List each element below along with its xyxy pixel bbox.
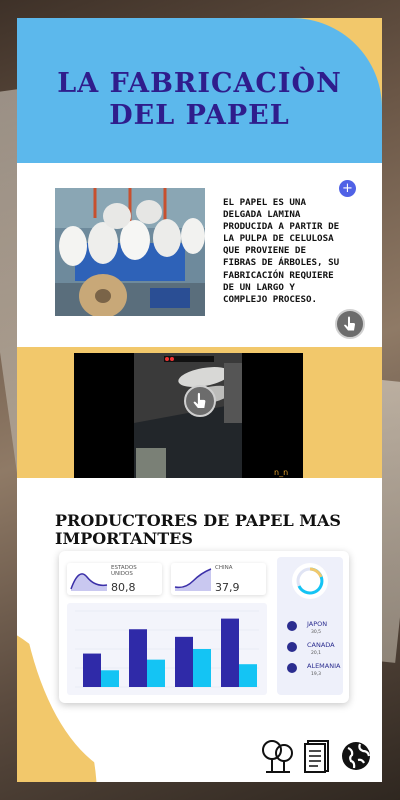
chart-bar (101, 670, 119, 687)
legend-value: 30,5 (311, 630, 322, 635)
video-player[interactable]: n_n (74, 353, 303, 488)
intro-line: COMPLEJO PROCESO. (223, 293, 318, 305)
producers-title-line-1: PRODUCTORES DE PAPEL MAS (55, 511, 341, 530)
producers-title-line-2: IMPORTANTES (55, 529, 193, 548)
svg-text:n_n: n_n (274, 468, 288, 477)
trend-line-icon (70, 573, 108, 591)
chart-bar (221, 618, 239, 687)
legend-value: 19,3 (311, 672, 322, 677)
side-panel: JAPON 30,5 CANADA 20,1 ALEMANIA 19,3 (277, 557, 343, 695)
touch-icon[interactable] (184, 385, 216, 417)
intro-line: LA PULPA DE CELULOSA (223, 233, 334, 245)
plus-icon[interactable]: + (339, 180, 356, 197)
document-icon (304, 740, 329, 773)
legend-name: ALEMANIA (307, 662, 341, 670)
stat-label: CHINA (215, 565, 232, 571)
header: LA FABRICACIÒN DEL PAPEL (17, 18, 382, 163)
user-icon (287, 621, 297, 631)
chart-bar (83, 653, 101, 687)
donut-chart (292, 563, 328, 599)
bar-chart-panel (67, 603, 267, 695)
stat-card-usa: ESTADOS UNIDOS 80,8 (67, 563, 162, 595)
stat-card-china: CHINA 37,9 (171, 563, 266, 595)
intro-section: EL PAPEL ES UNA DELGADA LAMINA PRODUCIDA… (17, 163, 382, 347)
producers-dashboard: ESTADOS UNIDOS 80,8 CHINA 37,9 JAPON 30,… (59, 551, 349, 703)
bar-chart (75, 610, 259, 688)
intro-line: FABRICACIÓN REQUIERE (223, 269, 334, 281)
stat-value: 37,9 (215, 581, 240, 594)
intro-line: DE UN LARGO Y (223, 281, 295, 293)
touch-button[interactable] (335, 309, 365, 339)
title-line-1: LA FABRICACIÒN (57, 68, 342, 99)
infographic-card: LA FABRICACIÒN DEL PAPEL EL PAPEL ES UNA… (17, 18, 382, 782)
trend-line-icon (174, 568, 212, 591)
touch-icon (344, 316, 355, 331)
title-line-2: DEL PAPEL (109, 100, 290, 131)
stat-label-line: UNIDOS (111, 571, 133, 577)
intro-line: QUE PROVIENE DE (223, 245, 306, 257)
legend-name: JAPON (307, 620, 328, 628)
intro-line: PRODUCIDA A PARTIR DE (223, 221, 340, 233)
trees-icon (262, 740, 293, 773)
chart-bar (147, 659, 165, 687)
video-section: n_n (17, 347, 382, 494)
intro-line: EL PAPEL ES UNA (223, 197, 306, 208)
stat-label: ESTADOS UNIDOS (111, 565, 137, 577)
page-title: LA FABRICACIÒN DEL PAPEL (17, 68, 382, 132)
home-icon (287, 642, 297, 652)
stat-value: 80,8 (111, 581, 136, 594)
legend-name: CANADA (307, 641, 335, 649)
producers-title: PRODUCTORES DE PAPEL MAS IMPORTANTES (55, 512, 375, 548)
footer-icons (260, 738, 375, 774)
chart-bar (193, 649, 211, 687)
intro-text: EL PAPEL ES UNA DELGADA LAMINA PRODUCIDA… (223, 197, 373, 306)
legend-value: 20,1 (311, 651, 322, 656)
chart-bar (239, 664, 257, 687)
paper-rolls-photo (55, 188, 205, 316)
chart-bar (129, 629, 147, 687)
heart-icon (287, 663, 297, 673)
stat-label-line: CHINA (215, 565, 233, 571)
globe-icon (342, 742, 371, 770)
intro-line: DELGADA LAMINA (223, 209, 301, 221)
chart-bar (175, 636, 193, 687)
intro-line: FIBRAS DE ÁRBOLES, SU (223, 257, 340, 269)
